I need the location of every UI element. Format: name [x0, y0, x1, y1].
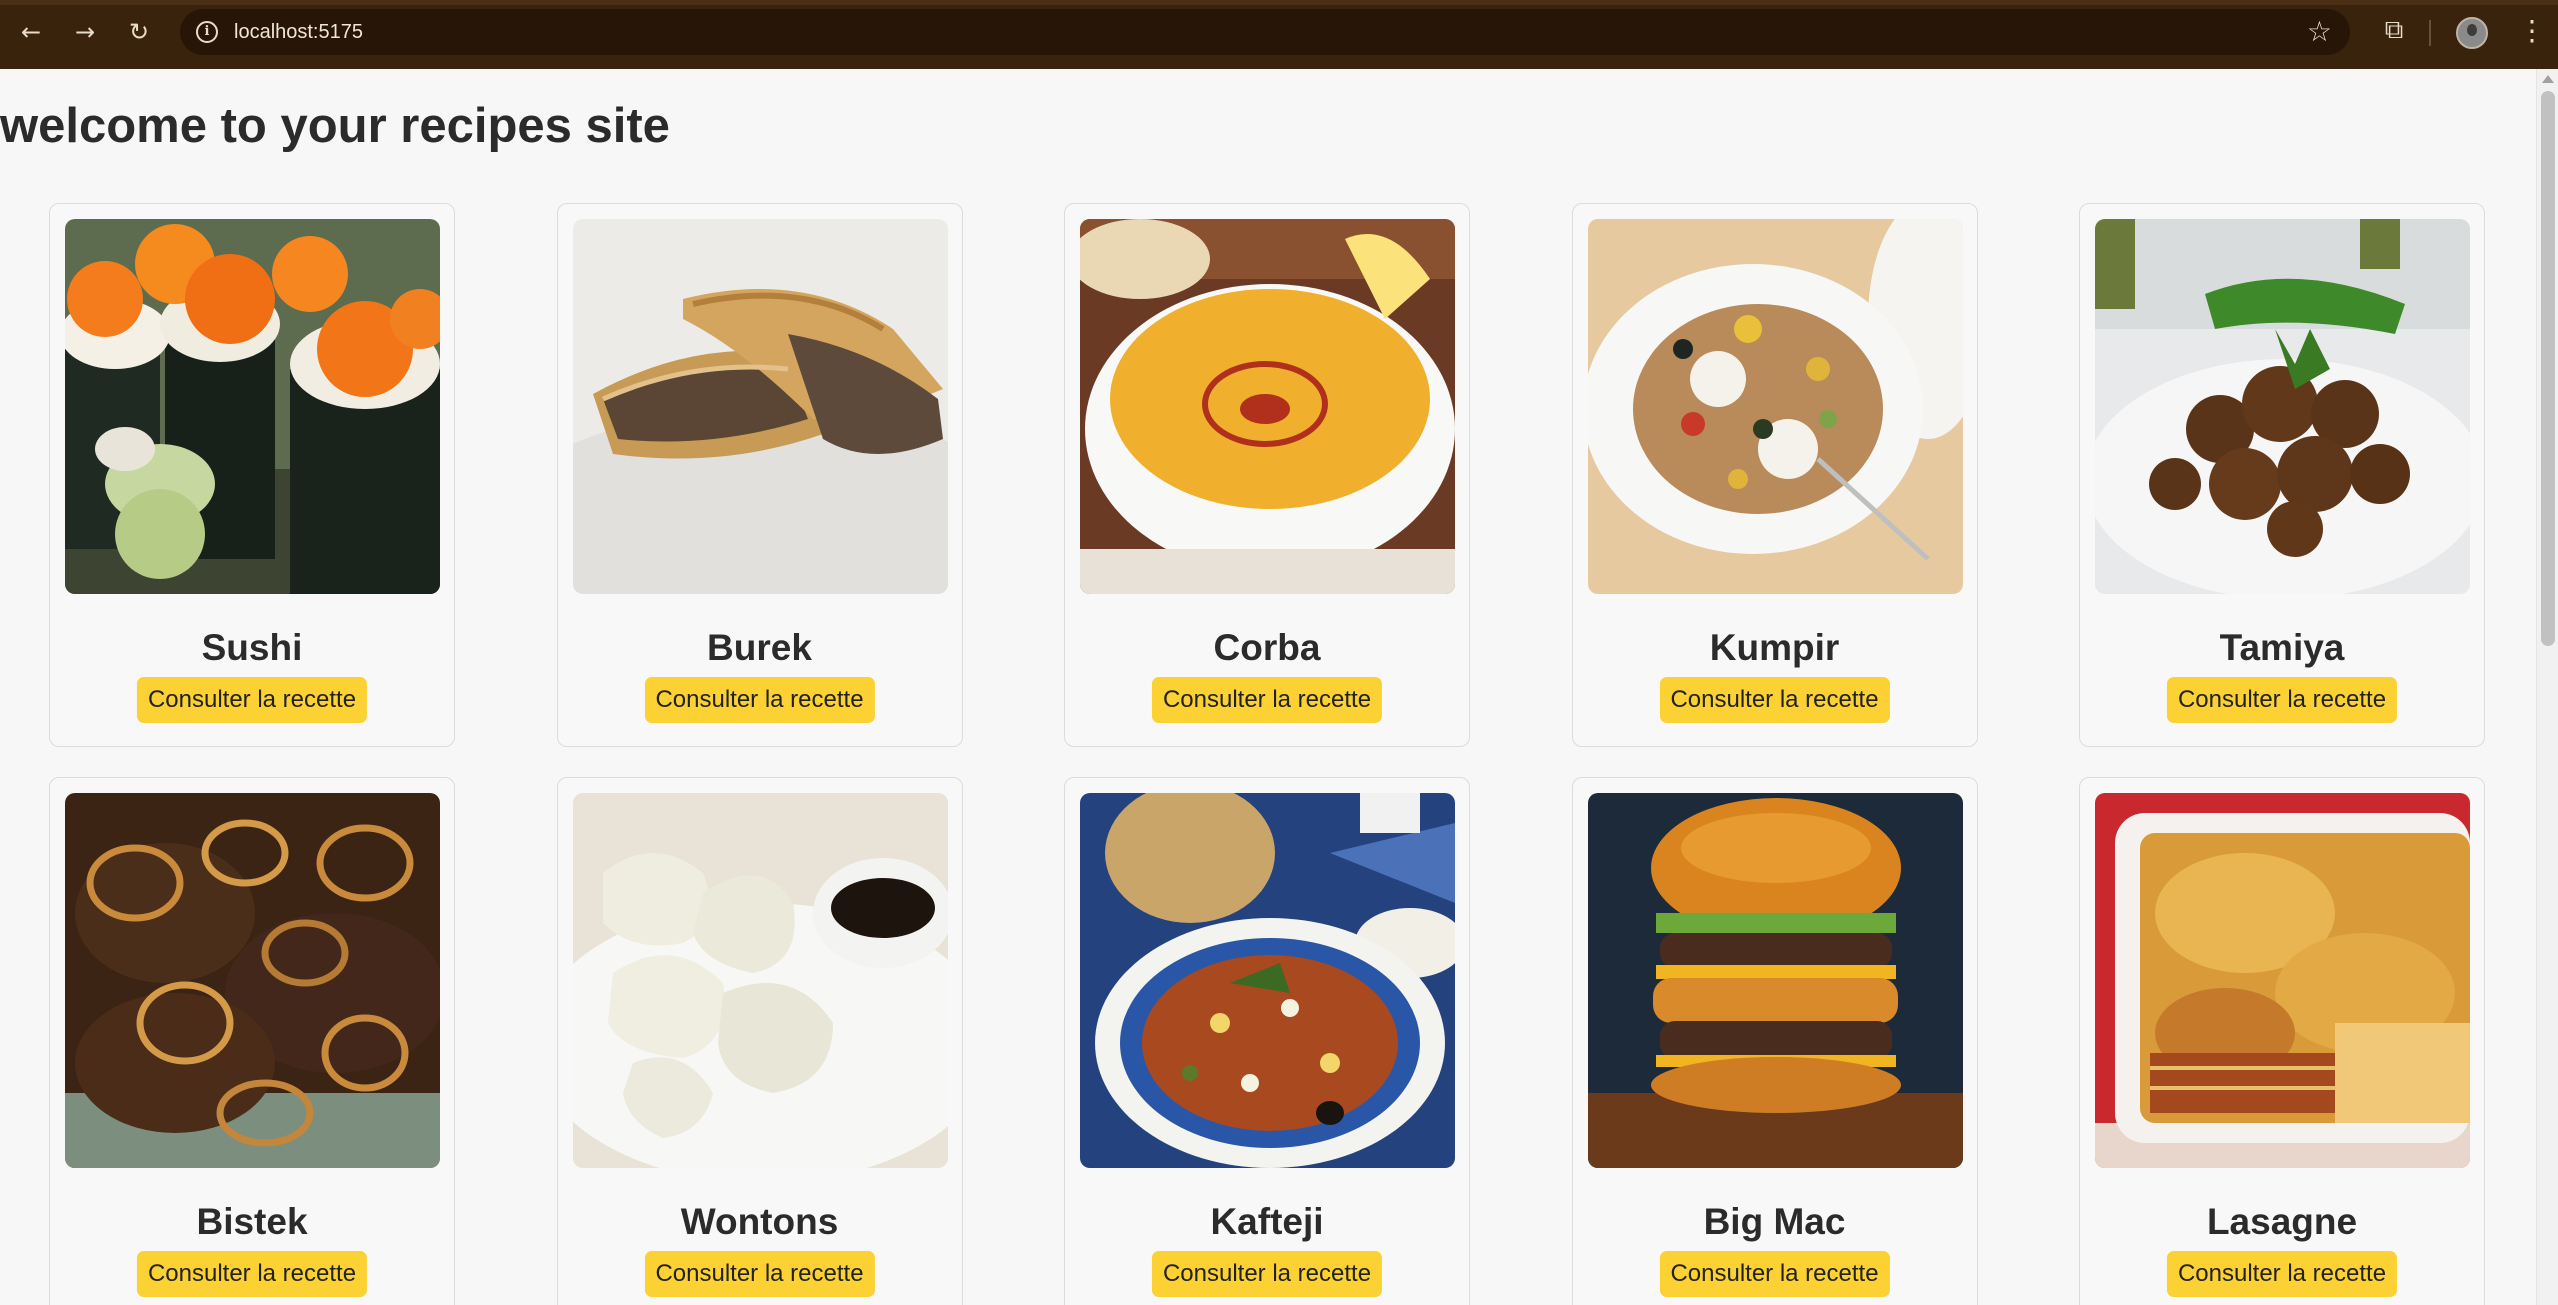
- view-recipe-button[interactable]: Consulter la recette: [1659, 1251, 1890, 1297]
- view-recipe-button[interactable]: Consulter la recette: [1151, 677, 1383, 723]
- extensions-puzzle-icon[interactable]: ⧉: [2377, 15, 2411, 49]
- page-title: welcome to your recipes site: [0, 99, 670, 153]
- recipe-name: Corba: [1213, 627, 1321, 668]
- recipe-name: Tamiya: [2219, 627, 2345, 668]
- view-recipe-button[interactable]: Consulter la recette: [1659, 677, 1890, 723]
- recipe-name: Sushi: [201, 627, 303, 668]
- page-scrollbar[interactable]: [2536, 69, 2558, 1305]
- recipe-card: Corba Consulter la recette: [1064, 203, 1470, 747]
- recipe-card: Big Mac Consulter la recette: [1571, 777, 1978, 1305]
- recipe-card: Burek Consulter la recette: [556, 203, 963, 747]
- browser-toolbar: ← → ↻ i localhost:5175 ☆ ⧉ ⋮: [0, 0, 2558, 69]
- recipe-card: Kafteji Consulter la recette: [1064, 777, 1470, 1305]
- recipe-name: Lasagne: [2206, 1201, 2358, 1242]
- url-text[interactable]: localhost:5175: [234, 21, 363, 44]
- recipe-name: Wontons: [680, 1201, 839, 1242]
- recipe-photo: [65, 219, 440, 594]
- back-arrow-icon[interactable]: ←: [14, 15, 48, 49]
- reload-icon[interactable]: ↻: [122, 15, 156, 49]
- tamiya-photo: [2095, 219, 2470, 594]
- recipe-photo: [1587, 219, 1963, 594]
- kumpir-photo: [1587, 219, 1963, 594]
- recipe-card: Lasagne Consulter la recette: [2079, 777, 2485, 1305]
- recipe-photo: [2095, 219, 2470, 594]
- view-recipe-button[interactable]: Consulter la recette: [1151, 1251, 1383, 1297]
- recipe-card: Sushi Consulter la recette: [49, 203, 455, 747]
- recipe-name: Kumpir: [1709, 627, 1840, 668]
- view-recipe-button[interactable]: Consulter la recette: [2166, 1251, 2398, 1297]
- forward-arrow-icon[interactable]: →: [68, 15, 102, 49]
- view-recipe-button[interactable]: Consulter la recette: [644, 677, 875, 723]
- scroll-up-arrow-icon[interactable]: [2542, 75, 2554, 83]
- kafteji-photo: [1080, 793, 1455, 1168]
- bistek-photo: [65, 793, 440, 1168]
- recipe-photo: [1080, 793, 1455, 1168]
- view-recipe-button[interactable]: Consulter la recette: [644, 1251, 875, 1297]
- recipe-name: Kafteji: [1210, 1201, 1324, 1242]
- recipe-photo: [572, 219, 948, 594]
- tab-strip-edge: [0, 0, 2558, 5]
- recipe-photo: [1587, 793, 1963, 1168]
- recipe-photo: [2095, 793, 2470, 1168]
- scrollbar-thumb[interactable]: [2541, 91, 2555, 646]
- burek-photo: [572, 219, 948, 594]
- recipe-card: Tamiya Consulter la recette: [2079, 203, 2485, 747]
- lasagne-photo: [2095, 793, 2470, 1168]
- view-recipe-button[interactable]: Consulter la recette: [2166, 677, 2398, 723]
- recipe-photo: [65, 793, 440, 1168]
- recipe-card: Kumpir Consulter la recette: [1571, 203, 1978, 747]
- recipe-name: Big Mac: [1703, 1201, 1846, 1242]
- big-mac-photo: [1587, 793, 1963, 1168]
- recipe-name: Bistek: [196, 1201, 308, 1242]
- kebab-menu-icon[interactable]: ⋮: [2518, 15, 2546, 49]
- recipe-photo: [1080, 219, 1455, 594]
- sushi-photo: [65, 219, 440, 594]
- toolbar-divider: [2429, 20, 2431, 46]
- recipe-card: Wontons Consulter la recette: [556, 777, 963, 1305]
- view-recipe-button[interactable]: Consulter la recette: [136, 677, 368, 723]
- recipe-photo: [572, 793, 948, 1168]
- corba-photo: [1080, 219, 1455, 594]
- recipe-grid: Sushi Consulter la recette Burek Consult…: [49, 203, 2485, 1305]
- profile-avatar[interactable]: [2456, 17, 2488, 49]
- recipe-card: Bistek Consulter la recette: [49, 777, 455, 1305]
- wontons-photo: [572, 793, 948, 1168]
- bookmark-star-icon[interactable]: ☆: [2307, 15, 2332, 48]
- site-info-icon[interactable]: i: [196, 21, 218, 43]
- recipe-name: Burek: [707, 627, 812, 668]
- address-bar[interactable]: i localhost:5175 ☆: [180, 9, 2350, 55]
- view-recipe-button[interactable]: Consulter la recette: [136, 1251, 368, 1297]
